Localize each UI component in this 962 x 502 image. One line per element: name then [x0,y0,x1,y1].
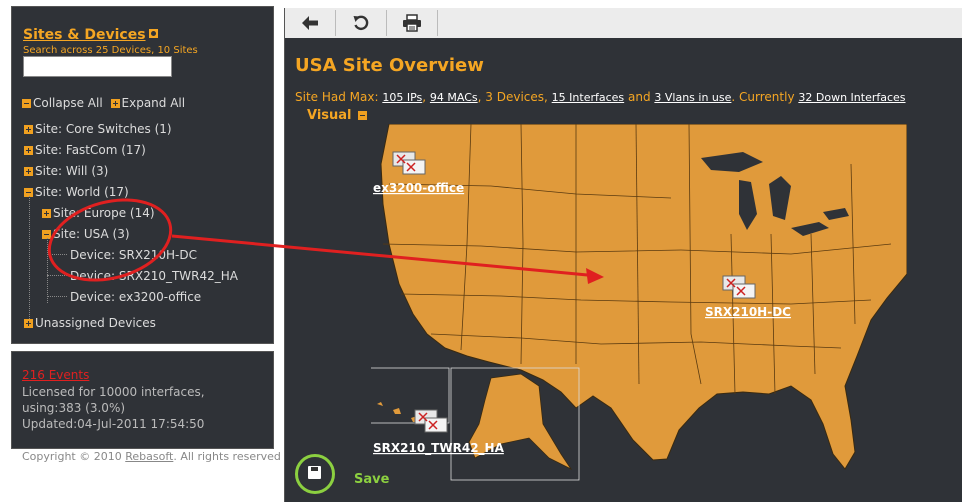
tree-item-label[interactable]: Site: USA (3) [53,227,130,241]
search-input[interactable] [23,56,172,77]
summary-comma: , [422,90,427,104]
tree-item-usa[interactable]: Site: USA (3) [42,227,130,241]
tree-connector [47,275,67,276]
tree-item-device-srx210-twr42-ha[interactable]: Device: SRX210_TWR42_HA [70,269,238,283]
refresh-button[interactable] [336,10,387,36]
expand-all-label[interactable]: Expand All [122,96,186,110]
down-interfaces-link[interactable]: 32 Down Interfaces [798,91,905,104]
summary-prefix: Site Had Max: [295,90,379,104]
summary-and: and [627,90,651,104]
main-panel: USA Site Overview Site Had Max: 105 IPs,… [284,8,962,502]
collapse-icon[interactable] [357,111,367,120]
save-label[interactable]: Save [354,472,389,487]
summary-devices: , 3 Devices, [477,90,548,104]
print-icon[interactable] [402,14,422,32]
print-button[interactable] [387,10,438,36]
tree-item-core-switches[interactable]: Site: Core Switches (1) [24,122,172,136]
license-usage: Licensed for 10000 interfaces, using:383… [22,385,205,415]
tree-item-unassigned[interactable]: Unassigned Devices [24,316,156,330]
copyright: Copyright © 2010 Rebasoft. All rights re… [22,450,281,463]
macs-link[interactable]: 94 MACs [430,91,478,104]
search-icon[interactable] [148,29,158,38]
tree-item-label[interactable]: Site: Will (3) [35,164,108,178]
collapse-icon[interactable] [22,99,31,108]
tree-item-label[interactable]: Site: FastCom (17) [35,143,146,157]
collapse-all-label[interactable]: Collapse All [33,96,103,110]
expand-icon[interactable] [42,209,51,218]
copyright-suffix: . All rights reserved [173,450,281,463]
tree-item-label[interactable]: Site: Europe (14) [53,206,155,220]
tree-item-will[interactable]: Site: Will (3) [24,164,108,178]
back-arrow-icon[interactable] [301,15,319,31]
visual-section-toggle[interactable]: Visual [307,108,369,123]
copyright-prefix: Copyright © 2010 [22,450,122,463]
usa-map-graphic: ex3200-office SRX210H-DC SRX210_TWR42_HA [368,123,908,481]
page-title: USA Site Overview [295,55,484,76]
interfaces-link[interactable]: 15 Interfaces [552,91,624,104]
events-panel: 216 Events Licensed for 10000 interfaces… [11,351,274,449]
sites-panel: Sites & Devices Search across 25 Devices… [11,6,274,344]
tree-item-fastcom[interactable]: Site: FastCom (17) [24,143,146,157]
device-label-srx210h-dc[interactable]: SRX210H-DC [705,305,791,319]
tree-item-world[interactable]: Site: World (17) [24,185,129,199]
collapse-all-control[interactable]: Collapse All Expand All [22,96,185,110]
back-button[interactable] [285,10,336,36]
expand-icon[interactable] [24,125,33,134]
expand-icon[interactable] [110,99,120,108]
tree-connector [47,238,48,303]
brand-link[interactable]: Rebasoft [125,450,173,463]
toolbar [285,8,962,38]
sites-title[interactable]: Sites & Devices [23,27,158,43]
usa-map[interactable]: ex3200-office SRX210H-DC SRX210_TWR42_HA [368,123,908,481]
updated-timestamp: Updated:04-Jul-2011 17:54:50 [22,417,205,431]
tree-item-label[interactable]: Site: World (17) [35,185,129,199]
license-info: Licensed for 10000 interfaces, using:383… [22,384,267,432]
tree-connector [47,254,67,255]
tree-connector [29,196,30,323]
tree-item-europe[interactable]: Site: Europe (14) [42,206,155,220]
site-summary: Site Had Max: 105 IPs, 94 MACs, 3 Device… [295,90,906,104]
visual-label[interactable]: Visual [307,108,352,123]
expand-icon[interactable] [24,167,33,176]
device-label-srx210-twr42-ha[interactable]: SRX210_TWR42_HA [373,441,505,456]
refresh-icon[interactable] [352,14,370,32]
tree-item-device-srx210h-dc[interactable]: Device: SRX210H-DC [70,248,197,262]
sites-title-text[interactable]: Sites & Devices [23,27,146,43]
save-disk-icon[interactable] [308,466,321,479]
ips-link[interactable]: 105 IPs [382,91,422,104]
events-link[interactable]: 216 Events [22,368,89,382]
tree-connector [47,296,67,297]
expand-icon[interactable] [24,146,33,155]
continental-us-shape [380,123,908,470]
device-label-ex3200-office[interactable]: ex3200-office [373,181,464,195]
tree-item-label[interactable]: Unassigned Devices [35,316,156,330]
expand-icon[interactable] [24,319,33,328]
device-router-icon [414,409,448,433]
tree-item-label[interactable]: Site: Core Switches (1) [35,122,172,136]
vlans-link[interactable]: 3 Vlans in use [654,91,731,104]
tree-item-device-ex3200-office[interactable]: Device: ex3200-office [70,290,201,304]
summary-currently: . Currently [731,90,795,104]
sites-subtitle: Search across 25 Devices, 10 Sites [23,45,198,56]
